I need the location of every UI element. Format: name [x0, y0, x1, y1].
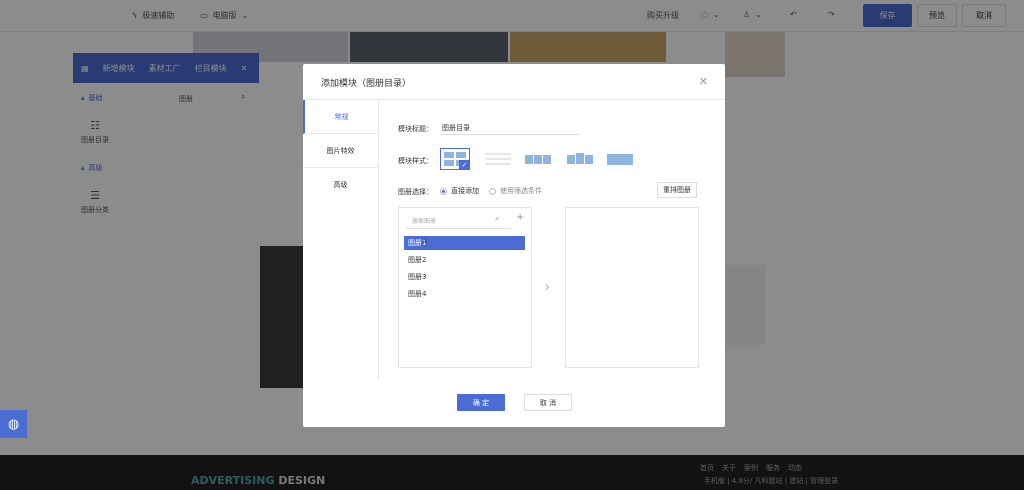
check-icon: ✓	[459, 160, 470, 170]
dialog-tabs: 常规 图片特效 高级	[303, 100, 379, 380]
list-item[interactable]: 图册2	[404, 253, 525, 267]
tab-advanced[interactable]: 高级	[303, 168, 378, 202]
style-list-icon	[485, 153, 511, 165]
radio-filter[interactable]: 使用筛选条件	[489, 186, 542, 196]
radio-checked-icon	[440, 187, 447, 195]
selected-album-box	[565, 207, 699, 368]
cancel-button[interactable]: 取 消	[524, 394, 572, 411]
chevron-right-icon[interactable]: ›	[544, 277, 550, 296]
list-item[interactable]: 图册4	[404, 287, 525, 301]
flame-icon: ◍	[7, 416, 20, 432]
radio-direct-label: 直接添加	[451, 187, 479, 195]
hand-cursor-icon: ☝	[421, 236, 428, 249]
reset-albums-button[interactable]: 重排图册	[657, 182, 697, 198]
album-select-label: 图册选择：	[398, 188, 433, 196]
close-icon[interactable]: ✕	[699, 75, 708, 88]
style-row-icon	[525, 155, 551, 164]
dialog-title: 添加模块（图册目录）	[321, 79, 412, 89]
module-title-input[interactable]: 图册目录	[440, 121, 580, 135]
search-icon[interactable]: ⌕	[495, 214, 499, 224]
style-option-row[interactable]	[523, 148, 553, 170]
radio-filter-label: 使用筛选条件	[500, 187, 542, 195]
style-option-carousel[interactable]	[565, 148, 595, 170]
module-style-label: 模块样式：	[398, 157, 433, 165]
plus-icon[interactable]: +	[516, 212, 524, 223]
tab-image-effects[interactable]: 图片特效	[303, 134, 378, 168]
style-option-slide[interactable]	[605, 148, 635, 170]
radio-direct-add[interactable]: 直接添加	[440, 186, 479, 196]
radio-unchecked-icon	[489, 187, 496, 195]
module-title-label: 模块标题：	[398, 125, 433, 133]
support-button[interactable]: ◍	[0, 410, 27, 438]
style-slide-icon	[607, 154, 633, 165]
style-carousel-icon	[567, 153, 593, 164]
album-list-box: 搜索图册 ⌕ + 图册1 图册2 图册3 图册4	[398, 207, 532, 368]
list-item[interactable]: 图册3	[404, 270, 525, 284]
add-module-dialog: 添加模块（图册目录） ✕ 常规 图片特效 高级 模块标题： 图册目录 模块样式：…	[303, 64, 725, 427]
tab-general[interactable]: 常规	[303, 100, 378, 134]
style-option-grid[interactable]: ✓	[440, 148, 470, 170]
confirm-button[interactable]: 确 定	[457, 394, 505, 411]
style-option-list[interactable]	[483, 148, 513, 170]
